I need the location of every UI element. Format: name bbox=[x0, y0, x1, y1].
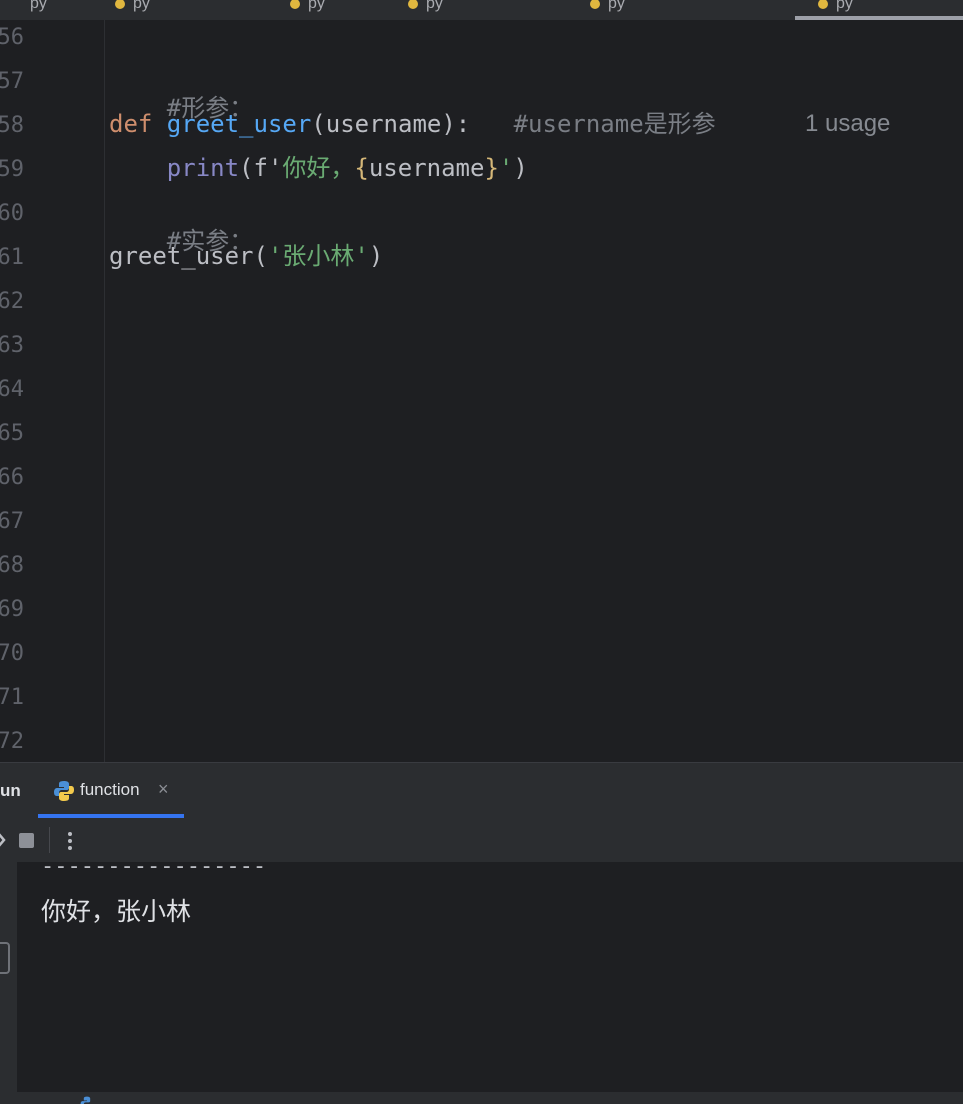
line-number: 66 bbox=[0, 465, 24, 490]
code-editor[interactable]: 56 57 58 59 60 61 62 63 64 65 66 67 68 69 70 71 72 #形参： … bbox=[0, 20, 963, 762]
python-file-icon bbox=[290, 0, 300, 9]
line-number: 70 bbox=[0, 641, 24, 666]
run-panel-title: un bbox=[0, 781, 21, 800]
stop-icon[interactable] bbox=[19, 833, 34, 848]
indent-guide bbox=[104, 20, 105, 762]
inline-comment: #username是形参 bbox=[513, 110, 716, 138]
run-tab-function[interactable]: function × bbox=[38, 763, 184, 819]
function-params: (username): bbox=[311, 110, 471, 138]
python-icon bbox=[80, 1096, 91, 1104]
code-line-57: #形参： bbox=[109, 63, 253, 153]
line-number: 72 bbox=[0, 729, 24, 754]
close-icon[interactable]: × bbox=[158, 779, 169, 800]
editor-tab-active[interactable]: py bbox=[818, 0, 853, 17]
toolbar-divider bbox=[49, 827, 50, 853]
line-number: 57 bbox=[0, 69, 24, 94]
console-separator: ----------------- bbox=[41, 854, 267, 879]
editor-tab[interactable]: py bbox=[115, 0, 150, 17]
status-bar bbox=[0, 1092, 963, 1104]
line-number: 63 bbox=[0, 333, 24, 358]
more-options-icon[interactable] bbox=[66, 831, 74, 851]
editor-tab-strip: py py py py py py bbox=[0, 0, 963, 21]
editor-tab[interactable]: py bbox=[408, 0, 443, 17]
run-tab-label: function bbox=[80, 780, 140, 799]
line-number: 69 bbox=[0, 597, 24, 622]
rerun-icon[interactable] bbox=[0, 831, 6, 849]
line-number: 60 bbox=[0, 201, 24, 226]
line-number: 68 bbox=[0, 553, 24, 578]
python-file-icon bbox=[115, 0, 125, 9]
python-icon bbox=[54, 781, 74, 801]
line-number: 71 bbox=[0, 685, 24, 710]
python-file-icon bbox=[590, 0, 600, 9]
fstring-open: (f' bbox=[239, 154, 283, 182]
line-number-gutter: 56 57 58 59 60 61 62 63 64 65 66 67 68 69 70 71 72 bbox=[0, 20, 48, 762]
line-number: 64 bbox=[0, 377, 24, 402]
line-number: 58 bbox=[0, 113, 24, 138]
editor-tab[interactable]: py bbox=[290, 0, 325, 17]
scroll-to-end-icon[interactable] bbox=[0, 942, 10, 974]
function-call: greet_user( bbox=[109, 242, 268, 270]
fstring-text: 你好， bbox=[282, 154, 355, 182]
fstring-brace: { bbox=[354, 154, 369, 182]
close-paren: ) bbox=[368, 242, 384, 270]
function-name[interactable]: greet_user bbox=[167, 110, 312, 138]
print-builtin: print bbox=[166, 154, 240, 182]
code-line-58: def greet_user(username): #username是形参 bbox=[109, 109, 716, 139]
def-keyword: def bbox=[109, 110, 167, 138]
line-number: 62 bbox=[0, 289, 24, 314]
line-number: 61 bbox=[0, 245, 24, 270]
editor-tab[interactable]: py bbox=[590, 0, 625, 17]
run-side-toolbar bbox=[0, 862, 17, 1092]
run-panel-header: un function × bbox=[0, 762, 963, 819]
python-file-icon bbox=[818, 0, 828, 9]
line-number: 67 bbox=[0, 509, 24, 534]
fstring-brace: } bbox=[484, 154, 499, 182]
console-output-text: 你好，张小林 bbox=[41, 898, 192, 926]
close-paren: ) bbox=[513, 154, 528, 182]
line-number: 56 bbox=[0, 25, 24, 50]
console-output[interactable]: ----------------- 你好，张小林 bbox=[17, 854, 963, 1092]
code-line-61: greet_user('张小林') bbox=[109, 241, 383, 271]
python-file-icon bbox=[408, 0, 418, 9]
line-number: 65 bbox=[0, 421, 24, 446]
fstring-variable: username bbox=[368, 154, 485, 182]
line-number: 59 bbox=[0, 157, 24, 182]
editor-tab[interactable]: py bbox=[30, 0, 47, 17]
usage-hint[interactable]: 1 usage bbox=[805, 110, 890, 138]
fstring-close-quote: ' bbox=[498, 154, 514, 182]
code-line-59: print(f'你好，{username}') bbox=[109, 153, 528, 183]
string-argument: '张小林' bbox=[267, 242, 369, 270]
